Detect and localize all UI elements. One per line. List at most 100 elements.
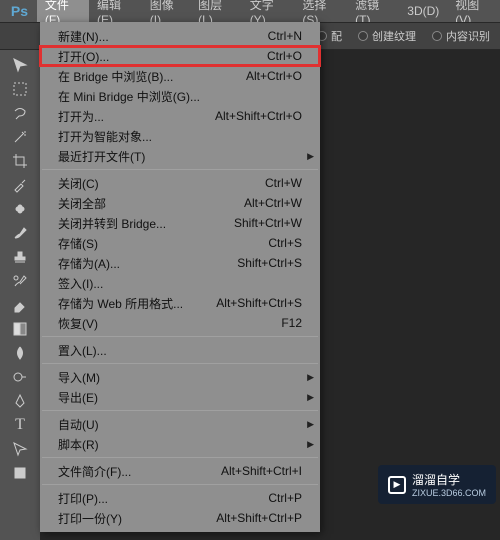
menu-item-label: 关闭全部 — [58, 195, 106, 212]
marquee-tool-icon[interactable] — [8, 78, 32, 100]
option-radio-2[interactable]: 创建纹理 — [358, 28, 416, 44]
toolbox: T — [0, 50, 40, 484]
menu-item[interactable]: 打开为智能对象... — [40, 126, 320, 146]
menu-item-label: 打开为智能对象... — [58, 128, 152, 145]
submenu-arrow-icon: ▶ — [307, 372, 314, 383]
menu-item[interactable]: 打开为...Alt+Shift+Ctrl+O — [40, 106, 320, 126]
menu-item-label: 关闭(C) — [58, 175, 99, 192]
menu-item-shortcut: Alt+Shift+Ctrl+P — [216, 511, 302, 525]
option-radio-3[interactable]: 内容识别 — [432, 28, 490, 44]
watermark: ▶ 溜溜自学 ZIXUE.3D66.COM — [378, 465, 496, 504]
menu-item-shortcut: Ctrl+W — [265, 176, 302, 190]
menu-item[interactable]: 导入(M) ▶ — [40, 367, 320, 387]
menu-item[interactable]: 恢复(V)F12 — [40, 313, 320, 333]
menu-separator — [42, 169, 318, 170]
menu-item-shortcut: Ctrl+N — [268, 29, 302, 43]
menu-item-label: 关闭并转到 Bridge... — [58, 215, 166, 232]
pen-tool-icon[interactable] — [8, 390, 32, 412]
menu-item-shortcut: Ctrl+S — [268, 236, 302, 250]
submenu-arrow-icon: ▶ — [307, 439, 314, 450]
menu-3d[interactable]: 3D(D) — [399, 1, 447, 21]
menu-item[interactable]: 签入(I)... — [40, 273, 320, 293]
crop-tool-icon[interactable] — [8, 150, 32, 172]
watermark-sub: ZIXUE.3D66.COM — [412, 488, 486, 498]
menu-item-label: 文件简介(F)... — [58, 463, 131, 480]
play-icon: ▶ — [388, 476, 406, 494]
menu-item-label: 恢复(V) — [58, 315, 98, 332]
menu-item-label: 打开(O)... — [58, 48, 109, 65]
menu-item-label: 在 Mini Bridge 中浏览(G)... — [58, 88, 200, 105]
history-brush-tool-icon[interactable] — [8, 270, 32, 292]
menu-item-shortcut: Shift+Ctrl+W — [234, 216, 302, 230]
menu-item[interactable]: 在 Mini Bridge 中浏览(G)... — [40, 86, 320, 106]
submenu-arrow-icon: ▶ — [307, 392, 314, 403]
menu-separator — [42, 484, 318, 485]
menu-separator — [42, 363, 318, 364]
move-tool-icon[interactable] — [8, 54, 32, 76]
menu-separator — [42, 410, 318, 411]
menu-item[interactable]: 文件简介(F)... Alt+Shift+Ctrl+I — [40, 461, 320, 481]
menu-item[interactable]: 最近打开文件(T) ▶ — [40, 146, 320, 166]
menu-item-label: 脚本(R) — [58, 436, 99, 453]
path-tool-icon[interactable] — [8, 438, 32, 460]
menu-item[interactable]: 存储为 Web 所用格式... Alt+Shift+Ctrl+S — [40, 293, 320, 313]
menu-item-label: 打印(P)... — [58, 490, 108, 507]
menu-item-shortcut: Alt+Ctrl+O — [246, 69, 302, 83]
menu-item[interactable]: 打印(P)... Ctrl+P — [40, 488, 320, 508]
menubar: Ps 文件(F) 编辑(E) 图像(I) 图层(L) 文字(Y) 选择(S) 滤… — [0, 0, 500, 22]
menu-item[interactable]: 关闭并转到 Bridge... Shift+Ctrl+W — [40, 213, 320, 233]
menu-item-label: 在 Bridge 中浏览(B)... — [58, 68, 173, 85]
menu-item[interactable]: 在 Bridge 中浏览(B)... Alt+Ctrl+O — [40, 66, 320, 86]
gradient-tool-icon[interactable] — [8, 318, 32, 340]
menu-item-label: 导入(M) — [58, 369, 100, 386]
menu-item-label: 自动(U) — [58, 416, 99, 433]
file-menu-dropdown: 新建(N)...Ctrl+N打开(O)...Ctrl+O在 Bridge 中浏览… — [40, 22, 320, 532]
eyedropper-tool-icon[interactable] — [8, 174, 32, 196]
menu-item[interactable]: 导出(E)▶ — [40, 387, 320, 407]
lasso-tool-icon[interactable] — [8, 102, 32, 124]
menu-item-shortcut: Shift+Ctrl+S — [237, 256, 302, 270]
menu-item-label: 置入(L)... — [58, 342, 107, 359]
stamp-tool-icon[interactable] — [8, 246, 32, 268]
menu-item[interactable]: 关闭全部 Alt+Ctrl+W — [40, 193, 320, 213]
app-logo: Ps — [2, 0, 37, 22]
submenu-arrow-icon: ▶ — [307, 419, 314, 430]
menu-item-label: 新建(N)... — [58, 28, 109, 45]
menu-separator — [42, 457, 318, 458]
menu-item[interactable]: 打开(O)...Ctrl+O — [40, 46, 320, 66]
menu-item[interactable]: 新建(N)... Ctrl+N — [40, 26, 320, 46]
watermark-title: 溜溜自学 — [412, 473, 460, 487]
menu-item-label: 签入(I)... — [58, 275, 103, 292]
brush-tool-icon[interactable] — [8, 222, 32, 244]
option-radio-1[interactable]: 配 — [317, 28, 342, 44]
option-label: 内容识别 — [446, 28, 490, 44]
blur-tool-icon[interactable] — [8, 342, 32, 364]
menu-item-label: 打开为... — [58, 108, 104, 125]
menu-item-shortcut: Alt+Shift+Ctrl+I — [221, 464, 302, 478]
menu-item[interactable]: 置入(L)... — [40, 340, 320, 360]
menu-item[interactable]: 关闭(C) Ctrl+W — [40, 173, 320, 193]
healing-tool-icon[interactable] — [8, 198, 32, 220]
option-label: 创建纹理 — [372, 28, 416, 44]
menu-item[interactable]: 自动(U) ▶ — [40, 414, 320, 434]
menu-item-shortcut: Alt+Ctrl+W — [244, 196, 302, 210]
shape-tool-icon[interactable] — [8, 462, 32, 484]
menu-item-shortcut: Ctrl+P — [268, 491, 302, 505]
menu-item-label: 打印一份(Y) — [58, 510, 122, 527]
wand-tool-icon[interactable] — [8, 126, 32, 148]
submenu-arrow-icon: ▶ — [307, 151, 314, 162]
menu-separator — [42, 336, 318, 337]
option-label: 配 — [331, 28, 342, 44]
type-tool-icon[interactable]: T — [8, 414, 32, 436]
menu-item-label: 存储为(A)... — [58, 255, 120, 272]
dodge-tool-icon[interactable] — [8, 366, 32, 388]
menu-item-label: 存储为 Web 所用格式... — [58, 295, 183, 312]
menu-item-label: 最近打开文件(T) — [58, 148, 145, 165]
menu-item-shortcut: Alt+Shift+Ctrl+S — [216, 296, 302, 310]
menu-item[interactable]: 脚本(R) ▶ — [40, 434, 320, 454]
menu-item[interactable]: 存储(S) Ctrl+S — [40, 233, 320, 253]
eraser-tool-icon[interactable] — [8, 294, 32, 316]
menu-item[interactable]: 存储为(A)... Shift+Ctrl+S — [40, 253, 320, 273]
menu-item-label: 存储(S) — [58, 235, 98, 252]
menu-item[interactable]: 打印一份(Y) Alt+Shift+Ctrl+P — [40, 508, 320, 528]
